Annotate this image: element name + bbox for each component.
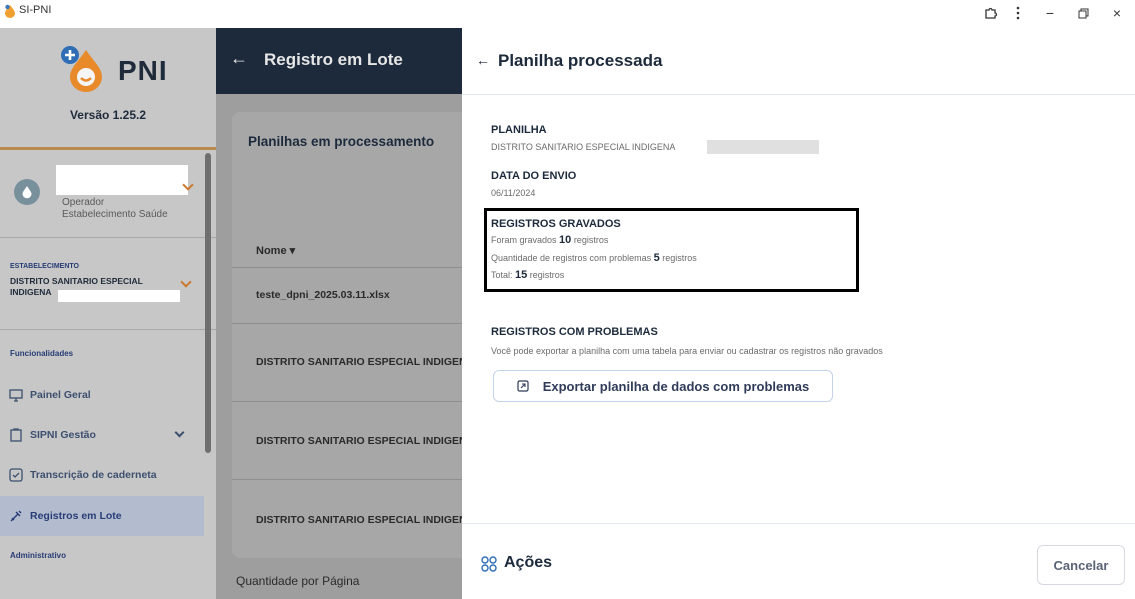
processing-card: Planilhas em processamento Nome ▾ teste_… bbox=[232, 112, 462, 558]
user-name-redacted bbox=[56, 165, 188, 195]
export-button-label: Exportar planilha de dados com problemas bbox=[542, 378, 810, 394]
window-title-bar: SI-PNI − × bbox=[0, 0, 1135, 28]
minimize-button[interactable]: − bbox=[1039, 3, 1061, 23]
sidebar-item-label: SIPNI Gestão bbox=[30, 429, 96, 441]
planilha-label: PLANILHA bbox=[491, 124, 547, 136]
sidebar: PNI Versão 1.25.2 Operador Estabelecimen… bbox=[0, 28, 216, 599]
export-problems-button[interactable]: Exportar planilha de dados com problemas bbox=[493, 370, 833, 402]
pni-logo-icon bbox=[61, 46, 102, 92]
actions-label[interactable]: Ações bbox=[504, 554, 552, 572]
establishment-value-line: DISTRITO SANITARIO ESPECIAL bbox=[10, 276, 143, 286]
user-role-line: Operador bbox=[62, 197, 105, 208]
registros-problemas-label: REGISTROS COM PROBLEMAS bbox=[491, 326, 658, 338]
registros-gravados-label: REGISTROS GRAVADOS bbox=[491, 218, 621, 230]
restore-button[interactable] bbox=[1072, 3, 1094, 23]
row-name: teste_dpni_2025.03.11.xlsx bbox=[256, 289, 390, 301]
row-name: DISTRITO SANITARIO ESPECIAL INDIGENA bbox=[256, 356, 462, 368]
establishment-label: ESTABELECIMENTO bbox=[10, 263, 79, 270]
row-name: DISTRITO SANITARIO ESPECIAL INDIGENA bbox=[256, 514, 462, 526]
table-row[interactable]: DISTRITO SANITARIO ESPECIAL INDIGENA bbox=[232, 402, 462, 480]
export-icon bbox=[517, 380, 529, 392]
panel-footer: Ações Cancelar bbox=[462, 523, 1135, 599]
planilha-redacted bbox=[707, 140, 819, 154]
back-arrow-icon[interactable]: ← bbox=[476, 52, 490, 68]
problems-count-line: Quantidade de registros com problemas 5 … bbox=[491, 252, 697, 264]
avatar bbox=[14, 179, 40, 205]
total-count: 15 bbox=[515, 269, 528, 281]
registros-problemas-description: Você pode exportar a planilha com uma ta… bbox=[491, 346, 883, 356]
close-window-button[interactable]: × bbox=[1106, 3, 1128, 23]
section-functionalities: Funcionalidades bbox=[10, 349, 74, 358]
sidebar-scrollbar[interactable] bbox=[205, 153, 211, 453]
table-row[interactable]: teste_dpni_2025.03.11.xlsx bbox=[232, 268, 462, 324]
sidebar-item-transcricao[interactable]: Transcrição de caderneta bbox=[0, 455, 204, 495]
page-header: ← Registro em Lote bbox=[216, 28, 462, 94]
syringe-icon bbox=[8, 508, 24, 524]
gravados-count-line: Foram gravados 10 registros bbox=[491, 234, 608, 246]
user-role-line: Estabelecimento Saúde bbox=[62, 209, 168, 220]
row-name: DISTRITO SANITARIO ESPECIAL INDIGENA bbox=[256, 435, 462, 447]
processed-sheet-panel: ← Planilha processada PLANILHA DISTRITO … bbox=[462, 28, 1135, 599]
per-page-label: Quantidade por Página bbox=[236, 574, 360, 588]
page-title: Registro em Lote bbox=[264, 50, 403, 69]
logo-area: PNI Versão 1.25.2 bbox=[0, 28, 216, 150]
window-title: SI-PNI bbox=[19, 4, 52, 16]
chevron-down-icon[interactable] bbox=[180, 276, 192, 288]
monitor-icon bbox=[8, 387, 24, 403]
line-text: Total: bbox=[491, 270, 513, 280]
column-header-name[interactable]: Nome ▾ bbox=[256, 244, 295, 257]
table-header: Nome ▾ bbox=[232, 232, 462, 268]
kebab-menu-icon[interactable] bbox=[1007, 3, 1029, 23]
gravados-count: 10 bbox=[559, 234, 572, 246]
app-logo-icon bbox=[5, 4, 15, 18]
checkbox-icon bbox=[8, 467, 24, 483]
background-page: ← Registro em Lote Planilhas em processa… bbox=[216, 28, 462, 599]
user-role: Operador Estabelecimento Saúde bbox=[62, 197, 168, 221]
table-row[interactable]: DISTRITO SANITARIO ESPECIAL INDIGENA bbox=[232, 480, 462, 558]
back-arrow-icon[interactable]: ← bbox=[230, 48, 248, 69]
clipboard-icon bbox=[8, 427, 24, 443]
data-envio-label: DATA DO ENVIO bbox=[491, 170, 577, 182]
table-row[interactable]: DISTRITO SANITARIO ESPECIAL INDIGENA bbox=[232, 324, 462, 402]
line-text: registros bbox=[662, 253, 697, 263]
puzzle-icon[interactable] bbox=[980, 3, 1002, 23]
logo-text: PNI bbox=[118, 55, 168, 86]
sidebar-item-painel-geral[interactable]: Painel Geral bbox=[0, 375, 204, 415]
sidebar-item-label: Registros em Lote bbox=[30, 510, 122, 522]
sidebar-item-sipni-gestao[interactable]: SIPNI Gestão bbox=[0, 415, 204, 455]
sidebar-item-label: Transcrição de caderneta bbox=[30, 469, 157, 481]
actions-grid-icon bbox=[481, 556, 497, 572]
total-count-line: Total: 15 registros bbox=[491, 269, 564, 281]
line-text: Quantidade de registros com problemas bbox=[491, 253, 652, 263]
section-administrative: Administrativo bbox=[10, 551, 67, 560]
line-text: registros bbox=[573, 235, 609, 245]
problems-count: 5 bbox=[653, 252, 660, 264]
panel-title: Planilha processada bbox=[498, 51, 663, 70]
panel-header: ← Planilha processada bbox=[462, 28, 1135, 95]
column-header-label: Nome bbox=[256, 245, 287, 257]
user-profile[interactable]: Operador Estabelecimento Saúde bbox=[0, 153, 216, 238]
sidebar-item-label: Painel Geral bbox=[30, 389, 91, 401]
line-text: Foram gravados bbox=[491, 235, 557, 245]
establishment-redacted bbox=[58, 290, 180, 302]
chevron-down-icon bbox=[174, 427, 185, 438]
planilha-value: DISTRITO SANITARIO ESPECIAL INDIGENA bbox=[491, 142, 676, 152]
sidebar-item-registros-em-lote[interactable]: Registros em Lote bbox=[0, 496, 204, 536]
card-title: Planilhas em processamento bbox=[248, 134, 435, 149]
establishment-selector[interactable]: ESTABELECIMENTO DISTRITO SANITARIO ESPEC… bbox=[0, 240, 216, 330]
data-envio-value: 06/11/2024 bbox=[491, 188, 536, 198]
line-text: registros bbox=[529, 270, 565, 280]
cancel-button[interactable]: Cancelar bbox=[1037, 545, 1125, 585]
version-label: Versão 1.25.2 bbox=[69, 108, 147, 122]
